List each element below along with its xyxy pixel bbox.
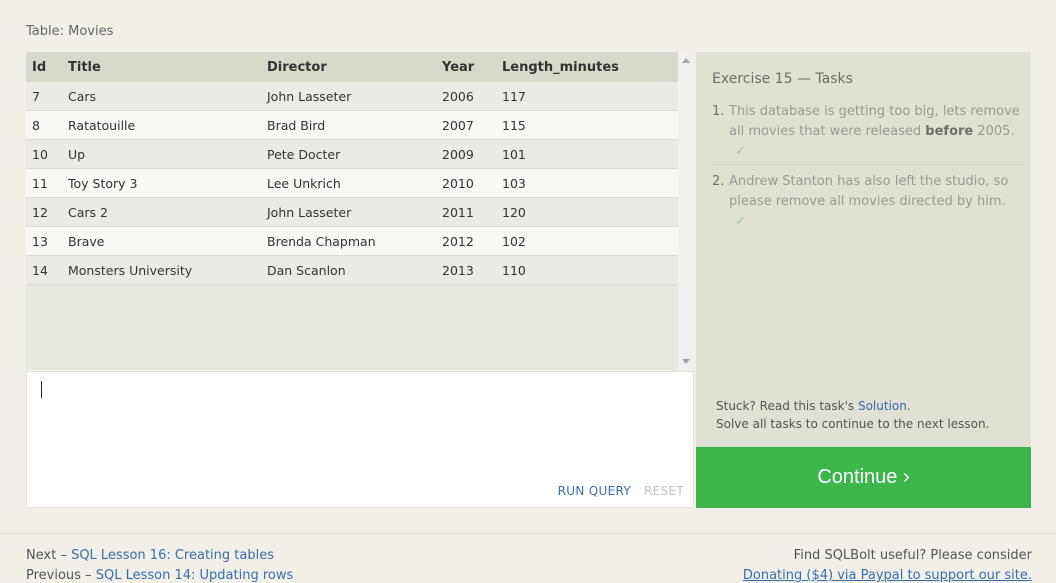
- table-row: 10 Up Pete Docter 2009 101: [26, 139, 678, 169]
- cell-id: 12: [26, 197, 68, 227]
- task-number: 1.: [712, 104, 725, 119]
- cell-length: 102: [502, 226, 678, 256]
- cell-id: 14: [26, 255, 68, 285]
- column-header-length: Length_minutes: [502, 52, 678, 82]
- cell-title: Cars: [68, 82, 267, 111]
- cell-title: Ratatouille: [68, 110, 267, 140]
- reset-button[interactable]: RESET: [644, 484, 684, 498]
- task-item-2: 2. Andrew Stanton has also left the stud…: [712, 165, 1025, 232]
- run-query-button[interactable]: RUN QUERY: [558, 484, 631, 498]
- task-number: 2.: [712, 174, 725, 189]
- table-row: 13 Brave Brenda Chapman 2012 102: [26, 226, 678, 256]
- scroll-down-arrow-icon[interactable]: [682, 359, 690, 364]
- tasks-title: Exercise 15 — Tasks: [712, 71, 853, 87]
- table-header-row: Id Title Director Year Length_minutes: [26, 52, 678, 82]
- next-lesson-prefix: Next –: [26, 548, 72, 563]
- solve-all-hint: Solve all tasks to continue to the next …: [716, 417, 990, 431]
- cell-length: 117: [502, 82, 678, 111]
- cell-director: John Lasseter: [267, 82, 442, 111]
- query-editor[interactable]: RUN QUERY RESET: [26, 371, 694, 508]
- scroll-up-arrow-icon[interactable]: [682, 58, 690, 63]
- cell-director: Dan Scanlon: [267, 255, 442, 285]
- cell-id: 11: [26, 168, 68, 198]
- table-caption: Table: Movies: [26, 24, 114, 39]
- task-item-1: 1. This database is getting too big, let…: [712, 102, 1025, 165]
- exercise-panel: Table: Movies Id Title Director Year Len…: [0, 0, 1056, 534]
- stuck-suffix: .: [906, 399, 911, 413]
- solution-link[interactable]: Solution: [858, 399, 907, 413]
- cell-title: Cars 2: [68, 197, 267, 227]
- cell-id: 8: [26, 110, 68, 140]
- column-header-year: Year: [442, 52, 502, 82]
- cell-title: Brave: [68, 226, 267, 256]
- cell-year: 2013: [442, 255, 502, 285]
- cell-director: Pete Docter: [267, 139, 442, 169]
- cell-length: 101: [502, 139, 678, 169]
- task-text-end: 2005.: [973, 124, 1015, 139]
- cell-year: 2007: [442, 110, 502, 140]
- stuck-hint: Stuck? Read this task's Solution. Solve …: [716, 397, 989, 433]
- cell-length: 115: [502, 110, 678, 140]
- task-list: 1. This database is getting too big, let…: [712, 102, 1025, 232]
- task-text-bold: before: [925, 124, 974, 139]
- stuck-prefix: Stuck? Read this task's: [716, 399, 858, 413]
- cell-director: Brenda Chapman: [267, 226, 442, 256]
- cell-year: 2012: [442, 226, 502, 256]
- cell-year: 2009: [442, 139, 502, 169]
- column-header-id: Id: [26, 52, 68, 82]
- cell-id: 13: [26, 226, 68, 256]
- cell-director: Lee Unkrich: [267, 168, 442, 198]
- tasks-panel: Exercise 15 — Tasks 1. This database is …: [696, 52, 1031, 447]
- next-lesson-link[interactable]: SQL Lesson 16: Creating tables: [71, 548, 274, 563]
- results-table: Id Title Director Year Length_minutes 7C…: [26, 52, 678, 285]
- task-complete-check-icon: ✓: [735, 214, 746, 229]
- donate-text: Find SQLBolt useful? Please consider: [793, 548, 1032, 563]
- cell-title: Up: [68, 139, 267, 169]
- cell-length: 103: [502, 168, 678, 198]
- table-scrollbar[interactable]: [678, 52, 694, 370]
- cell-year: 2006: [442, 82, 502, 111]
- cell-title: Toy Story 3: [68, 168, 267, 198]
- table-row: 8 Ratatouille Brad Bird 2007 115: [26, 110, 678, 140]
- cell-director: John Lasseter: [267, 197, 442, 227]
- previous-lesson-prefix: Previous –: [26, 568, 96, 583]
- column-header-director: Director: [267, 52, 442, 82]
- cell-title: Monsters University: [68, 255, 267, 285]
- results-table-container[interactable]: Id Title Director Year Length_minutes 7C…: [26, 52, 694, 370]
- cell-length: 120: [502, 197, 678, 227]
- cell-year: 2011: [442, 197, 502, 227]
- continue-button[interactable]: Continue ›: [696, 447, 1031, 508]
- footer-donate: Find SQLBolt useful? Please consider Don…: [743, 548, 1032, 583]
- cell-director: Brad Bird: [267, 110, 442, 140]
- cell-id: 7: [26, 82, 68, 111]
- table-row: 7 Cars John Lasseter 2006 117: [26, 82, 678, 111]
- cell-id: 10: [26, 139, 68, 169]
- cell-year: 2010: [442, 168, 502, 198]
- cell-length: 110: [502, 255, 678, 285]
- previous-lesson-link[interactable]: SQL Lesson 14: Updating rows: [96, 568, 294, 583]
- task-complete-check-icon: ✓: [735, 144, 746, 159]
- footer-navigation: Next – SQL Lesson 16: Creating tables Pr…: [26, 548, 293, 583]
- table-row: 12 Cars 2 John Lasseter 2011 120: [26, 197, 678, 227]
- donate-link[interactable]: Donating ($4) via Paypal to support our …: [743, 568, 1032, 583]
- table-row: 14 Monsters University Dan Scanlon 2013 110: [26, 255, 678, 285]
- text-caret: [41, 381, 42, 398]
- table-row: 11 Toy Story 3 Lee Unkrich 2010 103: [26, 168, 678, 198]
- previous-lesson: Previous – SQL Lesson 14: Updating rows: [26, 568, 293, 583]
- task-text: Andrew Stanton has also left the studio,…: [729, 174, 1009, 209]
- column-header-title: Title: [68, 52, 267, 82]
